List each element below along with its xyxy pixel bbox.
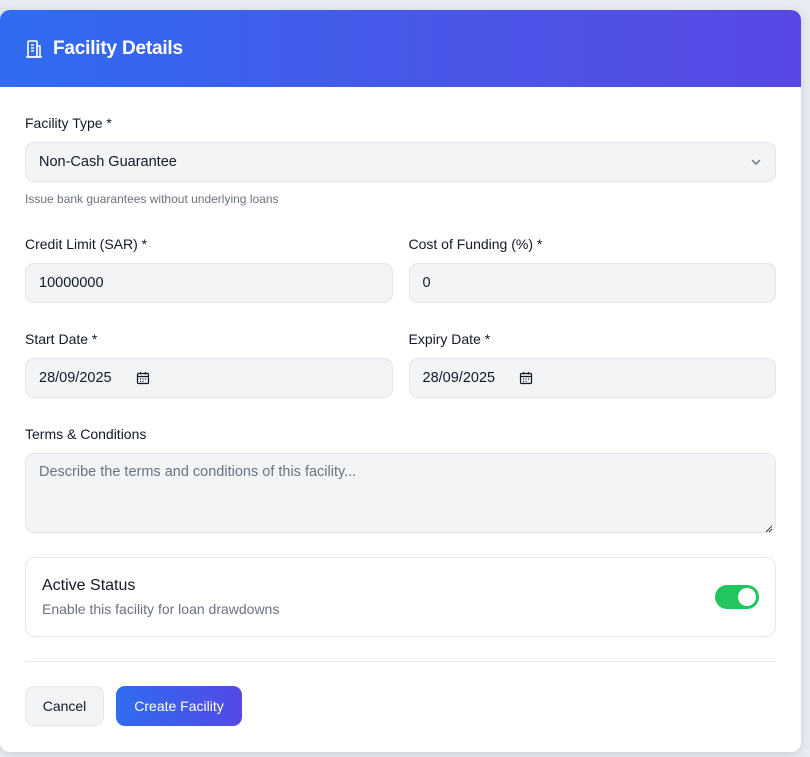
terms-textarea[interactable]: Describe the terms and conditions of thi…	[25, 453, 776, 533]
active-status-box: Active Status Enable this facility for l…	[25, 557, 776, 637]
divider	[25, 661, 776, 662]
cost-of-funding-group: Cost of Funding (%) * 0	[408, 236, 776, 303]
resize-handle-icon[interactable]	[764, 521, 773, 533]
facility-type-select[interactable]: Non-Cash Guarantee	[25, 142, 776, 182]
expiry-date-group: Expiry Date * 28/09/2025	[408, 331, 776, 398]
start-date-label: Start Date *	[25, 331, 98, 347]
facility-type-group: Facility Type * Non-Cash Guarantee Issue…	[25, 115, 776, 206]
expiry-date-value: 28/09/2025	[422, 370, 496, 386]
building-icon	[24, 39, 44, 59]
terms-label: Terms & Conditions	[25, 426, 147, 442]
expiry-date-input[interactable]: 28/09/2025	[408, 358, 776, 398]
card-header: Facility Details	[0, 10, 801, 87]
facility-type-label: Facility Type *	[25, 115, 112, 131]
terms-group: Terms & Conditions Describe the terms an…	[25, 426, 776, 533]
expiry-date-label: Expiry Date *	[408, 331, 491, 347]
create-facility-button[interactable]: Create Facility	[116, 686, 242, 726]
calendar-icon[interactable]	[136, 371, 150, 385]
active-status-toggle[interactable]	[715, 585, 759, 609]
facility-details-card: Facility Details Facility Type * Non-Cas…	[0, 10, 801, 752]
credit-limit-input[interactable]: 10000000	[25, 263, 393, 303]
facility-type-value: Non-Cash Guarantee	[39, 154, 177, 170]
credit-limit-value: 10000000	[39, 275, 104, 291]
start-date-input[interactable]: 28/09/2025	[25, 358, 393, 398]
chevron-down-icon	[750, 156, 762, 168]
facility-type-hint: Issue bank guarantees without underlying…	[25, 192, 279, 206]
toggle-knob	[738, 588, 756, 606]
terms-placeholder: Describe the terms and conditions of thi…	[39, 464, 357, 480]
cost-of-funding-label: Cost of Funding (%) *	[408, 236, 543, 252]
card-title: Facility Details	[53, 37, 183, 59]
start-date-value: 28/09/2025	[39, 370, 112, 386]
cost-of-funding-input[interactable]: 0	[408, 263, 776, 303]
active-status-title: Active Status	[42, 577, 136, 594]
calendar-icon[interactable]	[519, 371, 533, 385]
start-date-group: Start Date * 28/09/2025	[25, 331, 393, 398]
active-status-description: Enable this facility for loan drawdowns	[42, 601, 280, 617]
credit-limit-group: Credit Limit (SAR) * 10000000	[25, 236, 393, 303]
credit-limit-label: Credit Limit (SAR) *	[25, 236, 148, 252]
cost-of-funding-value: 0	[422, 275, 431, 291]
form-actions: Cancel Create Facility	[25, 686, 776, 726]
cancel-button[interactable]: Cancel	[25, 686, 104, 726]
